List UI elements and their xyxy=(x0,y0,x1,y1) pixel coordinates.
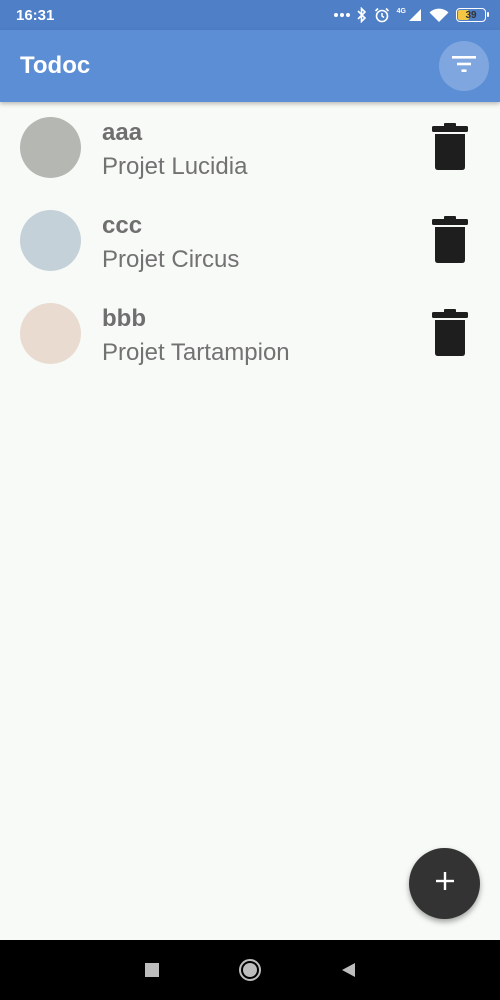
task-item[interactable]: aaa Projet Lucidia xyxy=(0,102,500,195)
task-name: aaa xyxy=(102,119,143,146)
task-project: Projet Circus xyxy=(102,246,240,273)
trash-icon xyxy=(432,216,468,269)
project-color-avatar xyxy=(20,210,81,271)
recents-square-icon[interactable] xyxy=(144,962,160,978)
task-name: bbb xyxy=(102,305,146,332)
task-name: ccc xyxy=(102,212,143,239)
delete-task-button[interactable] xyxy=(430,309,470,357)
network-type-label: 4G xyxy=(396,8,406,15)
task-item[interactable]: ccc Projet Circus xyxy=(0,195,500,288)
home-circle-icon[interactable] xyxy=(238,958,262,982)
more-dots-icon xyxy=(333,12,350,18)
system-nav-bar xyxy=(0,940,500,1000)
task-item[interactable]: bbb Projet Tartampion xyxy=(0,288,500,381)
filter-button[interactable] xyxy=(439,41,489,91)
app-bar: Todoc xyxy=(0,30,500,102)
status-bar: 16:31 4G 39 xyxy=(0,0,500,30)
status-icons: 4G 39 xyxy=(333,7,489,23)
project-color-avatar xyxy=(20,117,81,178)
alarm-icon xyxy=(374,7,390,23)
trash-icon xyxy=(432,123,468,176)
back-triangle-icon[interactable] xyxy=(340,962,356,978)
status-time: 16:31 xyxy=(16,6,55,24)
trash-icon xyxy=(432,309,468,362)
delete-task-button[interactable] xyxy=(430,216,470,264)
task-list: aaa Projet Lucidia ccc Projet Circus bbb… xyxy=(0,102,500,381)
wifi-icon xyxy=(429,8,449,23)
app-title: Todoc xyxy=(20,52,91,79)
project-color-avatar xyxy=(20,303,81,364)
task-project: Projet Lucidia xyxy=(102,153,248,180)
battery-icon: 39 xyxy=(456,8,489,22)
plus-icon xyxy=(435,871,455,896)
delete-task-button[interactable] xyxy=(430,123,470,171)
filter-icon xyxy=(452,55,476,78)
signal-icon: 4G xyxy=(397,8,422,22)
task-project: Projet Tartampion xyxy=(102,339,290,366)
bluetooth-icon xyxy=(357,7,367,23)
add-task-button[interactable] xyxy=(409,848,480,919)
battery-level: 39 xyxy=(465,9,477,21)
